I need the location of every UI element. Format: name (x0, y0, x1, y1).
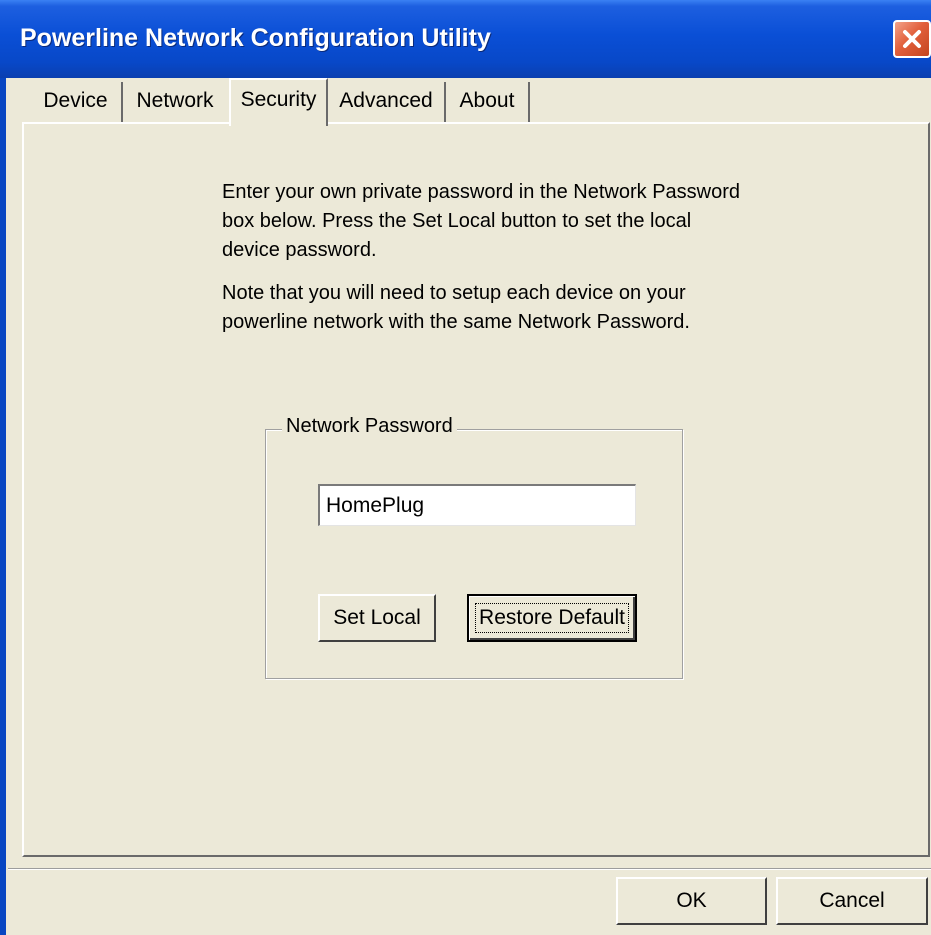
instructions-text: Enter your own private password in the N… (222, 178, 742, 351)
restore-default-button[interactable]: Restore Default (467, 594, 637, 642)
tab-network-label: Network (136, 89, 214, 112)
tab-about-label: About (459, 89, 515, 112)
network-password-group-label: Network Password (282, 415, 457, 438)
set-local-button[interactable]: Set Local (318, 594, 436, 642)
set-local-label: Set Local (333, 606, 421, 629)
instructions-paragraph-2: Note that you will need to setup each de… (222, 282, 690, 333)
cancel-label: Cancel (819, 889, 885, 912)
footer-separator (8, 868, 931, 870)
network-password-input[interactable] (318, 484, 636, 526)
close-icon (903, 30, 921, 48)
tab-device-label: Device (43, 89, 108, 112)
window-frame-left (0, 78, 6, 935)
tab-about[interactable]: About (446, 82, 530, 122)
tab-network[interactable]: Network (123, 82, 227, 122)
tab-security[interactable]: Security (229, 78, 328, 126)
title-bar[interactable]: Powerline Network Configuration Utility (0, 0, 931, 78)
tab-advanced[interactable]: Advanced (328, 82, 446, 122)
config-utility-window: Powerline Network Configuration Utility … (0, 0, 931, 935)
ok-label: OK (676, 889, 707, 912)
ok-button[interactable]: OK (616, 877, 767, 925)
tab-advanced-label: Advanced (339, 89, 433, 112)
instructions-paragraph-1: Enter your own private password in the N… (222, 181, 741, 261)
close-button[interactable] (893, 20, 931, 58)
tab-security-label: Security (240, 88, 317, 111)
tab-device[interactable]: Device (30, 82, 123, 122)
cancel-button[interactable]: Cancel (776, 877, 928, 925)
window-title: Powerline Network Configuration Utility (20, 24, 491, 52)
restore-default-label: Restore Default (475, 603, 629, 633)
